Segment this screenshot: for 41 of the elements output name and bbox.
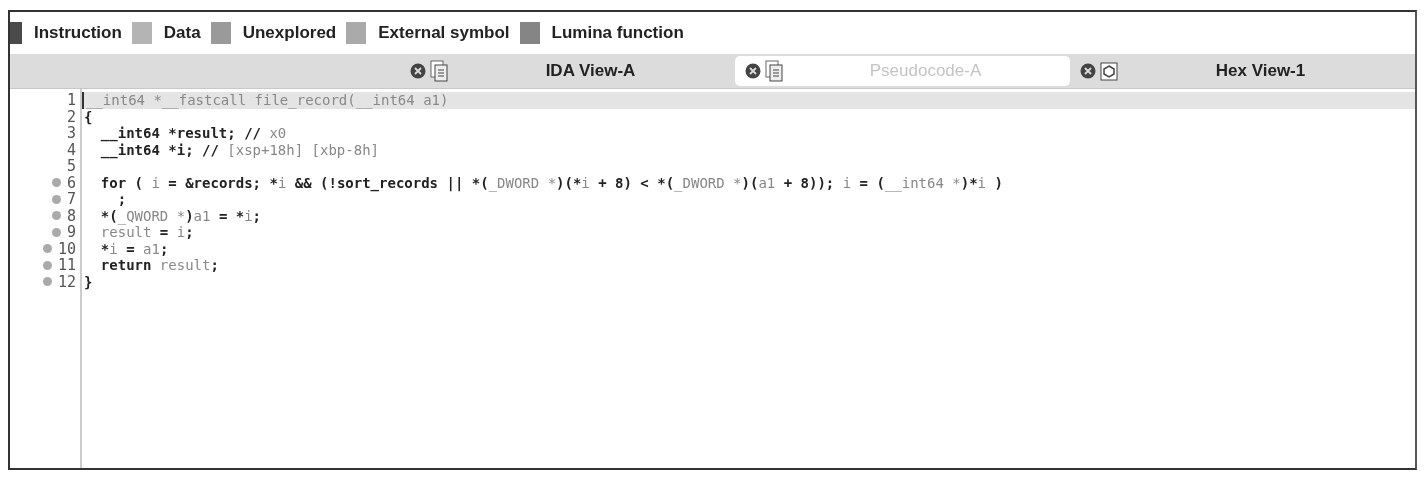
breakpoint-dot[interactable]	[51, 194, 61, 204]
code-line: result = i;	[99, 224, 195, 241]
legend-label: Instruction	[34, 23, 122, 43]
breakpoint-dot[interactable]	[51, 211, 61, 221]
code-line: __int64 *result; // x0	[99, 125, 288, 142]
code-line: }	[83, 273, 94, 290]
line-number: 10	[57, 239, 76, 258]
document-icon	[765, 60, 783, 82]
code-line: for ( i = &records; *i && (!sort_records || *(_DWORD *)(*i + 8) < *(_DWORD *)(a1 + 8)); i = (__int64 *)*i )	[99, 174, 1004, 191]
line-number: 6	[66, 173, 76, 192]
line-number: 7	[66, 190, 76, 209]
tab[interactable]: Hex View-1	[1070, 56, 1405, 86]
document-icon	[430, 60, 448, 82]
line-number: 5	[66, 157, 76, 176]
code-line: *i = a1;	[99, 240, 170, 257]
line-number: 9	[66, 223, 76, 242]
legend-label: Unexplored	[242, 23, 337, 43]
tab[interactable]: IDA View-A	[400, 56, 735, 86]
close-icon[interactable]	[1080, 63, 1096, 79]
breakpoint-dot[interactable]	[42, 260, 52, 270]
line-number: 2	[66, 107, 76, 126]
line-number: 12	[57, 272, 76, 291]
code-line: ;	[116, 191, 128, 208]
line-number: 1	[66, 91, 76, 110]
breakpoint-dot[interactable]	[51, 227, 61, 237]
breakpoint-dot[interactable]	[51, 178, 61, 188]
code-line: *(_QWORD *)a1 = *i;	[99, 207, 263, 224]
breakpoint-dot[interactable]	[42, 277, 52, 287]
line-number: 11	[57, 256, 76, 275]
code-line: {	[83, 108, 93, 125]
legend-label: External symbol	[378, 23, 510, 43]
code-line: return result;	[99, 257, 220, 274]
close-icon[interactable]	[410, 63, 426, 79]
code-line: __int64 *i; // [xsp+18h] [xbp-8h]	[99, 141, 380, 158]
breakpoint-dot[interactable]	[42, 244, 52, 254]
close-icon[interactable]	[745, 63, 761, 79]
line-number: 3	[66, 124, 76, 143]
legend-label: Lumina function	[551, 23, 684, 43]
legend-label: Data	[163, 23, 201, 43]
line-number: 8	[66, 206, 76, 225]
line-number: 4	[66, 140, 76, 159]
